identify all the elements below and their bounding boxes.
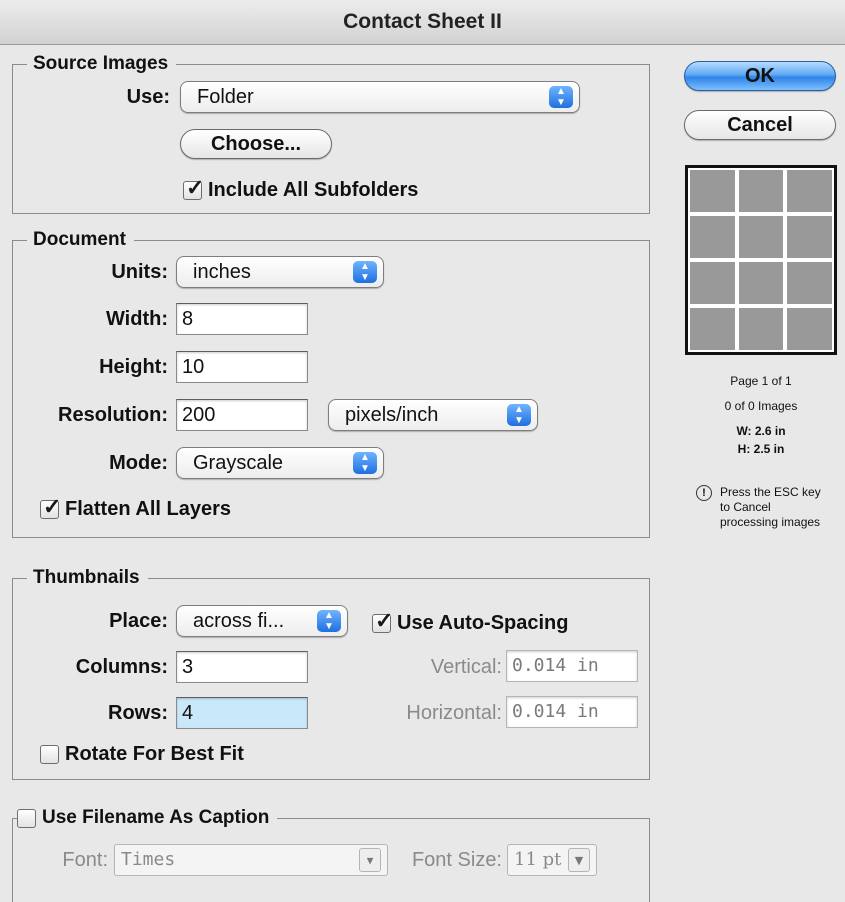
font-popup-value: Times — [121, 849, 176, 870]
updown-arrows-icon: ▲ ▼ — [353, 452, 377, 474]
source-images-legend: Source Images — [27, 51, 177, 77]
choose-button[interactable]: Choose... — [180, 129, 332, 159]
auto-spacing-box[interactable]: ✓ — [372, 608, 393, 633]
resolution-field[interactable]: 200 — [176, 399, 308, 431]
use-label: Use: — [126, 86, 170, 108]
vertical-field: 0.014 in — [506, 650, 638, 682]
caption-legend-row: Use Filename As Caption — [17, 805, 278, 831]
mode-popup-value: Grayscale — [193, 452, 284, 474]
ok-button[interactable]: OK — [684, 61, 836, 91]
columns-field[interactable]: 3 — [176, 651, 308, 683]
width-label: Width: — [105, 308, 168, 330]
use-popup[interactable]: Folder ▲ ▼ — [180, 81, 580, 113]
layout-preview — [685, 165, 837, 355]
horizontal-label: Horizontal: — [406, 702, 502, 724]
flatten-layers-label: Flatten All Layers — [65, 498, 231, 520]
vertical-label: Vertical: — [430, 656, 502, 678]
caption-checkbox[interactable] — [17, 808, 36, 828]
preview-cell — [787, 262, 832, 304]
width-field[interactable]: 8 — [176, 303, 308, 335]
horizontal-field: 0.014 in — [506, 696, 638, 728]
thumbnails-legend: Thumbnails — [27, 565, 148, 591]
page-count: Page 1 of 1 — [730, 374, 792, 388]
font-size-value: 11 pt — [514, 849, 562, 870]
height-field[interactable]: 10 — [176, 351, 308, 383]
preview-cell — [738, 262, 784, 304]
caption-legend: Use Filename As Caption — [42, 807, 270, 828]
font-popup: Times ▼ — [114, 844, 388, 876]
preview-cell — [787, 170, 832, 212]
preview-cell — [738, 308, 784, 350]
esc-note: Press the ESC key to Cancel processing i… — [720, 485, 821, 529]
document-legend: Document — [27, 227, 134, 253]
preview-cell — [690, 262, 735, 304]
mode-popup[interactable]: Grayscale ▲ ▼ — [176, 447, 384, 479]
resolution-label: Resolution: — [58, 404, 168, 426]
updown-arrows-icon: ▲ ▼ — [353, 261, 377, 283]
updown-arrows-icon: ▲ ▼ — [507, 404, 531, 426]
window-title: Contact Sheet II — [0, 0, 845, 45]
preview-cell — [690, 216, 735, 258]
image-count: 0 of 0 Images — [724, 399, 798, 413]
preview-cell — [738, 170, 784, 212]
cancel-button[interactable]: Cancel — [684, 110, 836, 140]
thumb-height: H: 2.5 in — [737, 442, 785, 456]
height-label: Height: — [99, 356, 168, 378]
units-popup-value: inches — [193, 261, 251, 283]
font-size-label: Font Size: — [411, 849, 502, 871]
columns-label: Columns: — [75, 656, 168, 678]
resolution-unit-popup[interactable]: pixels/inch ▲ ▼ — [328, 399, 538, 431]
mode-label: Mode: — [109, 452, 168, 474]
font-label: Font: — [62, 849, 108, 871]
preview-cell — [787, 216, 832, 258]
resolution-unit-value: pixels/inch — [345, 404, 439, 426]
preview-cell — [690, 308, 735, 350]
thumb-width: W: 2.6 in — [736, 424, 786, 438]
include-subfolders-label: Include All Subfolders — [208, 179, 419, 201]
flatten-layers-box[interactable]: ✓ — [40, 494, 61, 519]
updown-arrows-icon: ▲ ▼ — [549, 86, 573, 108]
use-popup-value: Folder — [197, 86, 254, 108]
auto-spacing-checkbox[interactable]: ✓ Use Auto-Spacing — [372, 608, 569, 636]
place-label: Place: — [109, 610, 168, 632]
rows-label: Rows: — [108, 702, 168, 724]
rows-field[interactable]: 4 — [176, 697, 308, 729]
include-subfolders-box[interactable]: ✓ — [183, 175, 204, 200]
checkmark-icon: ✓ — [186, 174, 205, 200]
preview-cell — [690, 170, 735, 212]
rotate-label: Rotate For Best Fit — [65, 743, 244, 765]
units-label: Units: — [111, 261, 168, 283]
include-subfolders-checkbox[interactable]: ✓ Include All Subfolders — [183, 175, 419, 203]
updown-arrows-icon: ▲ ▼ — [317, 610, 341, 632]
preview-cell — [787, 308, 832, 350]
checkmark-icon: ✓ — [43, 493, 62, 519]
units-popup[interactable]: inches ▲ ▼ — [176, 256, 384, 288]
place-popup[interactable]: across fi... ▲ ▼ — [176, 605, 348, 637]
rotate-box[interactable] — [40, 744, 59, 764]
exclamation-icon: ! — [696, 485, 712, 501]
auto-spacing-label: Use Auto-Spacing — [397, 612, 569, 634]
checkmark-icon: ✓ — [375, 607, 394, 633]
preview-cell — [738, 216, 784, 258]
font-size-popup: 11 pt ▼ — [507, 844, 597, 876]
flatten-layers-checkbox[interactable]: ✓ Flatten All Layers — [40, 494, 231, 522]
chevron-down-icon: ▼ — [568, 848, 590, 872]
place-popup-value: across fi... — [193, 610, 285, 632]
chevron-down-icon: ▼ — [359, 848, 381, 872]
rotate-checkbox[interactable]: Rotate For Best Fit — [40, 741, 244, 767]
